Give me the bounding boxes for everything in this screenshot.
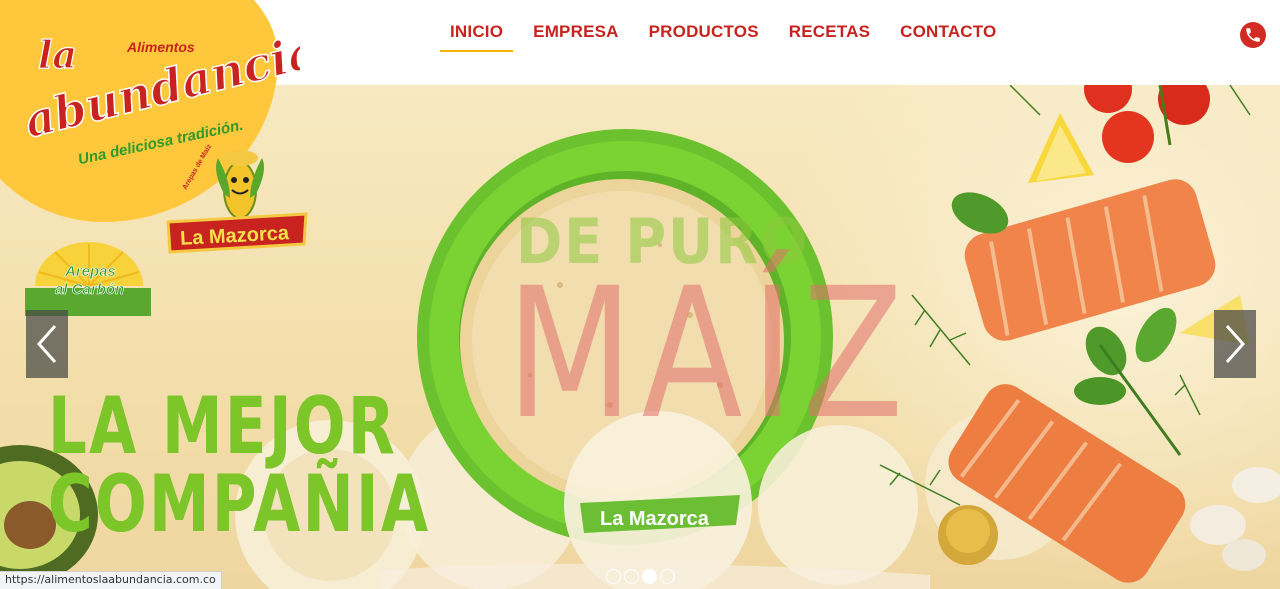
phone-icon (1246, 28, 1260, 42)
badge-arepas-line1: Arepas (64, 263, 116, 280)
carousel-dot-3[interactable] (642, 569, 657, 584)
status-bar-url: https://alimentoslaabundancia.com.co (0, 571, 222, 589)
package-label: La Mazorca (600, 508, 710, 530)
logo-la: la (38, 32, 77, 77)
hero-maiz: MAÍZ (506, 250, 912, 459)
whatsapp-icon[interactable] (1240, 22, 1266, 48)
carousel-dot-4[interactable] (660, 569, 675, 584)
carousel-indicators (606, 569, 675, 584)
arepas-al-carbon-badge[interactable]: Arepas al Carbón (25, 238, 153, 320)
chevron-left-icon (36, 325, 57, 363)
chevron-right-icon (1225, 325, 1246, 363)
logo-alimentos: Alimentos (126, 39, 195, 55)
carousel-next-button[interactable] (1214, 310, 1256, 378)
nav-item-contacto[interactable]: CONTACTO (890, 20, 1006, 52)
hero-title-line1: LA MEJOR (48, 382, 398, 472)
carousel-prev-button[interactable] (26, 310, 68, 378)
hero-title-line2: COMPAÑIA (48, 460, 431, 550)
carousel-dot-1[interactable] (606, 569, 621, 584)
main-nav: INICIO EMPRESA PRODUCTOS RECETAS CONTACT… (440, 20, 1016, 52)
badge-arepas-line2: al Carbón (55, 281, 124, 298)
nav-item-empresa[interactable]: EMPRESA (523, 20, 628, 52)
carousel-dot-2[interactable] (624, 569, 639, 584)
nav-item-inicio[interactable]: INICIO (440, 20, 514, 52)
nav-item-productos[interactable]: PRODUCTOS (639, 20, 769, 52)
la-mazorca-badge[interactable]: Arepas de Maíz La Mazorca (166, 140, 308, 268)
nav-item-recetas[interactable]: RECETAS (779, 20, 880, 52)
hero-title: LA MEJOR COMPAÑIA (48, 388, 430, 544)
badge-arepas-de-maiz: Arepas de Maíz (182, 143, 214, 191)
